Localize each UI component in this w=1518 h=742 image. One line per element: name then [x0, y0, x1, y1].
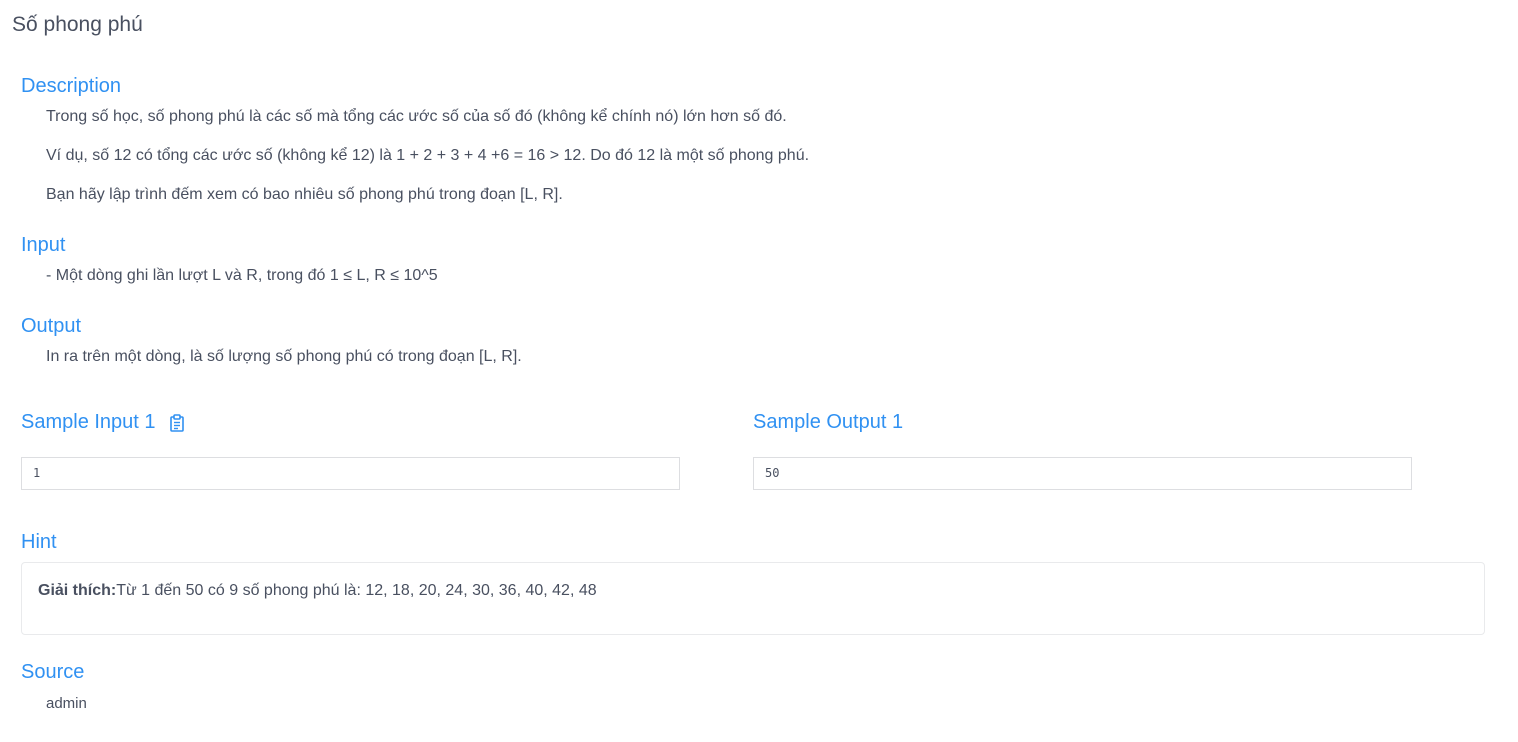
sample-output-box[interactable]: 50 [753, 457, 1412, 490]
sample-input-heading: Sample Input 1 [21, 409, 185, 435]
description-paragraph-3: Bạn hãy lập trình đếm xem có bao nhiêu s… [46, 186, 563, 203]
source-heading: Source [21, 661, 85, 683]
description-paragraph-2: Ví dụ, số 12 có tổng các ước số (không k… [46, 147, 810, 164]
description-heading: Description [21, 75, 122, 97]
hint-label: Giải thích: [38, 582, 117, 599]
description-paragraph-1: Trong số học, số phong phú là các số mà … [46, 108, 787, 125]
clipboard-icon[interactable] [169, 413, 185, 432]
problem-title: Số phong phú [12, 13, 143, 36]
output-heading: Output [21, 315, 82, 337]
source-text: admin [46, 695, 87, 712]
sample-input-heading-label: Sample Input 1 [21, 411, 156, 433]
sample-output-value: 50 [765, 466, 780, 480]
hint-heading: Hint [21, 531, 57, 553]
input-heading: Input [21, 234, 66, 256]
sample-input-box[interactable]: 1 [21, 457, 680, 490]
input-text: - Một dòng ghi lần lượt L và R, trong đó… [46, 267, 438, 284]
hint-content: Từ 1 đến 50 có 9 số phong phú là: 12, 18… [116, 582, 597, 599]
output-text: In ra trên một dòng, là số lượng số phon… [46, 348, 522, 365]
sample-output-heading: Sample Output 1 [753, 411, 904, 433]
hint-text: Giải thích:Từ 1 đến 50 có 9 số phong phú… [38, 581, 597, 601]
hint-box: Giải thích:Từ 1 đến 50 có 9 số phong phú… [21, 562, 1485, 635]
sample-input-value: 1 [33, 466, 41, 480]
